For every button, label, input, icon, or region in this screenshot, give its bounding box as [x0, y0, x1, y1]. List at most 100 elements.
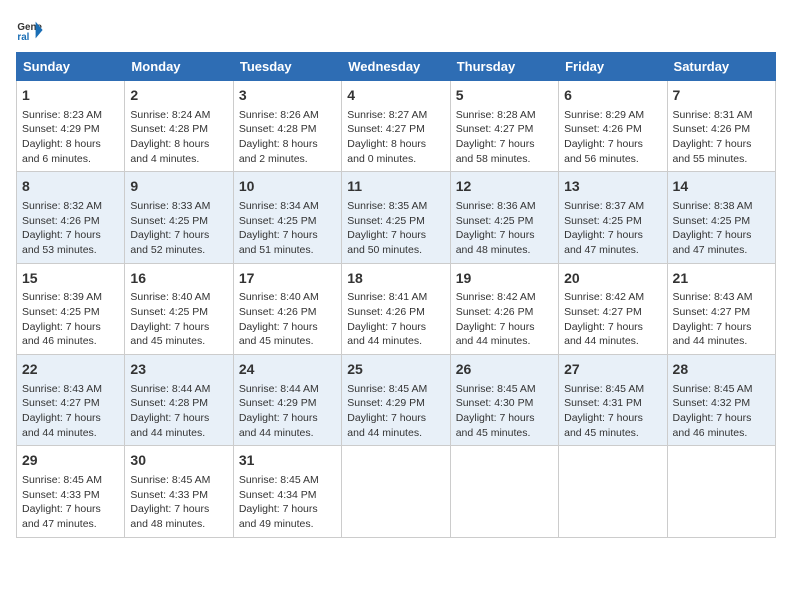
day-number: 18: [347, 269, 444, 289]
svg-text:ral: ral: [17, 32, 29, 43]
day-cell: 7Sunrise: 8:31 AM Sunset: 4:26 PM Daylig…: [667, 81, 775, 172]
calendar-header-row: SundayMondayTuesdayWednesdayThursdayFrid…: [17, 53, 776, 81]
day-cell: 24Sunrise: 8:44 AM Sunset: 4:29 PM Dayli…: [233, 355, 341, 446]
day-cell: 6Sunrise: 8:29 AM Sunset: 4:26 PM Daylig…: [559, 81, 667, 172]
day-number: 30: [130, 451, 227, 471]
day-number: 3: [239, 86, 336, 106]
day-number: 11: [347, 177, 444, 197]
day-info: Sunrise: 8:34 AM Sunset: 4:25 PM Dayligh…: [239, 199, 336, 258]
day-cell: [559, 446, 667, 537]
header: Gene ral: [16, 16, 776, 44]
day-number: 14: [673, 177, 770, 197]
week-row-1: 1Sunrise: 8:23 AM Sunset: 4:29 PM Daylig…: [17, 81, 776, 172]
day-cell: 10Sunrise: 8:34 AM Sunset: 4:25 PM Dayli…: [233, 172, 341, 263]
day-info: Sunrise: 8:26 AM Sunset: 4:28 PM Dayligh…: [239, 108, 336, 167]
day-cell: 9Sunrise: 8:33 AM Sunset: 4:25 PM Daylig…: [125, 172, 233, 263]
column-header-sunday: Sunday: [17, 53, 125, 81]
day-cell: [450, 446, 558, 537]
column-header-monday: Monday: [125, 53, 233, 81]
day-info: Sunrise: 8:44 AM Sunset: 4:29 PM Dayligh…: [239, 382, 336, 441]
week-row-4: 22Sunrise: 8:43 AM Sunset: 4:27 PM Dayli…: [17, 355, 776, 446]
day-number: 6: [564, 86, 661, 106]
day-cell: 18Sunrise: 8:41 AM Sunset: 4:26 PM Dayli…: [342, 263, 450, 354]
day-info: Sunrise: 8:45 AM Sunset: 4:29 PM Dayligh…: [347, 382, 444, 441]
day-cell: 23Sunrise: 8:44 AM Sunset: 4:28 PM Dayli…: [125, 355, 233, 446]
day-cell: 12Sunrise: 8:36 AM Sunset: 4:25 PM Dayli…: [450, 172, 558, 263]
day-cell: 4Sunrise: 8:27 AM Sunset: 4:27 PM Daylig…: [342, 81, 450, 172]
day-number: 26: [456, 360, 553, 380]
day-cell: 19Sunrise: 8:42 AM Sunset: 4:26 PM Dayli…: [450, 263, 558, 354]
day-cell: 25Sunrise: 8:45 AM Sunset: 4:29 PM Dayli…: [342, 355, 450, 446]
day-cell: 11Sunrise: 8:35 AM Sunset: 4:25 PM Dayli…: [342, 172, 450, 263]
day-number: 17: [239, 269, 336, 289]
day-info: Sunrise: 8:45 AM Sunset: 4:31 PM Dayligh…: [564, 382, 661, 441]
day-info: Sunrise: 8:44 AM Sunset: 4:28 PM Dayligh…: [130, 382, 227, 441]
day-cell: 26Sunrise: 8:45 AM Sunset: 4:30 PM Dayli…: [450, 355, 558, 446]
day-info: Sunrise: 8:33 AM Sunset: 4:25 PM Dayligh…: [130, 199, 227, 258]
day-number: 31: [239, 451, 336, 471]
day-number: 19: [456, 269, 553, 289]
day-info: Sunrise: 8:24 AM Sunset: 4:28 PM Dayligh…: [130, 108, 227, 167]
day-number: 12: [456, 177, 553, 197]
day-cell: 28Sunrise: 8:45 AM Sunset: 4:32 PM Dayli…: [667, 355, 775, 446]
day-number: 27: [564, 360, 661, 380]
day-cell: [342, 446, 450, 537]
day-cell: 15Sunrise: 8:39 AM Sunset: 4:25 PM Dayli…: [17, 263, 125, 354]
column-header-wednesday: Wednesday: [342, 53, 450, 81]
day-number: 10: [239, 177, 336, 197]
column-header-saturday: Saturday: [667, 53, 775, 81]
day-cell: 14Sunrise: 8:38 AM Sunset: 4:25 PM Dayli…: [667, 172, 775, 263]
day-info: Sunrise: 8:45 AM Sunset: 4:34 PM Dayligh…: [239, 473, 336, 532]
day-info: Sunrise: 8:23 AM Sunset: 4:29 PM Dayligh…: [22, 108, 119, 167]
day-number: 15: [22, 269, 119, 289]
day-info: Sunrise: 8:31 AM Sunset: 4:26 PM Dayligh…: [673, 108, 770, 167]
day-cell: 3Sunrise: 8:26 AM Sunset: 4:28 PM Daylig…: [233, 81, 341, 172]
day-number: 16: [130, 269, 227, 289]
day-info: Sunrise: 8:40 AM Sunset: 4:25 PM Dayligh…: [130, 290, 227, 349]
day-number: 20: [564, 269, 661, 289]
day-info: Sunrise: 8:27 AM Sunset: 4:27 PM Dayligh…: [347, 108, 444, 167]
day-cell: 31Sunrise: 8:45 AM Sunset: 4:34 PM Dayli…: [233, 446, 341, 537]
day-cell: 27Sunrise: 8:45 AM Sunset: 4:31 PM Dayli…: [559, 355, 667, 446]
day-number: 2: [130, 86, 227, 106]
day-cell: 5Sunrise: 8:28 AM Sunset: 4:27 PM Daylig…: [450, 81, 558, 172]
column-header-friday: Friday: [559, 53, 667, 81]
week-row-5: 29Sunrise: 8:45 AM Sunset: 4:33 PM Dayli…: [17, 446, 776, 537]
day-info: Sunrise: 8:45 AM Sunset: 4:33 PM Dayligh…: [22, 473, 119, 532]
day-number: 23: [130, 360, 227, 380]
day-number: 4: [347, 86, 444, 106]
day-info: Sunrise: 8:42 AM Sunset: 4:26 PM Dayligh…: [456, 290, 553, 349]
day-number: 7: [673, 86, 770, 106]
day-number: 21: [673, 269, 770, 289]
day-cell: 21Sunrise: 8:43 AM Sunset: 4:27 PM Dayli…: [667, 263, 775, 354]
day-cell: 13Sunrise: 8:37 AM Sunset: 4:25 PM Dayli…: [559, 172, 667, 263]
day-info: Sunrise: 8:29 AM Sunset: 4:26 PM Dayligh…: [564, 108, 661, 167]
column-header-tuesday: Tuesday: [233, 53, 341, 81]
day-number: 29: [22, 451, 119, 471]
day-number: 9: [130, 177, 227, 197]
day-number: 22: [22, 360, 119, 380]
calendar-table: SundayMondayTuesdayWednesdayThursdayFrid…: [16, 52, 776, 538]
day-info: Sunrise: 8:41 AM Sunset: 4:26 PM Dayligh…: [347, 290, 444, 349]
day-cell: 20Sunrise: 8:42 AM Sunset: 4:27 PM Dayli…: [559, 263, 667, 354]
day-info: Sunrise: 8:39 AM Sunset: 4:25 PM Dayligh…: [22, 290, 119, 349]
day-info: Sunrise: 8:43 AM Sunset: 4:27 PM Dayligh…: [22, 382, 119, 441]
week-row-2: 8Sunrise: 8:32 AM Sunset: 4:26 PM Daylig…: [17, 172, 776, 263]
day-info: Sunrise: 8:28 AM Sunset: 4:27 PM Dayligh…: [456, 108, 553, 167]
column-header-thursday: Thursday: [450, 53, 558, 81]
day-cell: 8Sunrise: 8:32 AM Sunset: 4:26 PM Daylig…: [17, 172, 125, 263]
week-row-3: 15Sunrise: 8:39 AM Sunset: 4:25 PM Dayli…: [17, 263, 776, 354]
day-info: Sunrise: 8:35 AM Sunset: 4:25 PM Dayligh…: [347, 199, 444, 258]
day-info: Sunrise: 8:45 AM Sunset: 4:32 PM Dayligh…: [673, 382, 770, 441]
day-cell: 1Sunrise: 8:23 AM Sunset: 4:29 PM Daylig…: [17, 81, 125, 172]
day-info: Sunrise: 8:40 AM Sunset: 4:26 PM Dayligh…: [239, 290, 336, 349]
day-info: Sunrise: 8:42 AM Sunset: 4:27 PM Dayligh…: [564, 290, 661, 349]
logo: Gene ral: [16, 16, 48, 44]
day-info: Sunrise: 8:36 AM Sunset: 4:25 PM Dayligh…: [456, 199, 553, 258]
calendar-body: 1Sunrise: 8:23 AM Sunset: 4:29 PM Daylig…: [17, 81, 776, 538]
day-cell: 2Sunrise: 8:24 AM Sunset: 4:28 PM Daylig…: [125, 81, 233, 172]
day-cell: 16Sunrise: 8:40 AM Sunset: 4:25 PM Dayli…: [125, 263, 233, 354]
day-info: Sunrise: 8:37 AM Sunset: 4:25 PM Dayligh…: [564, 199, 661, 258]
day-number: 13: [564, 177, 661, 197]
day-number: 24: [239, 360, 336, 380]
